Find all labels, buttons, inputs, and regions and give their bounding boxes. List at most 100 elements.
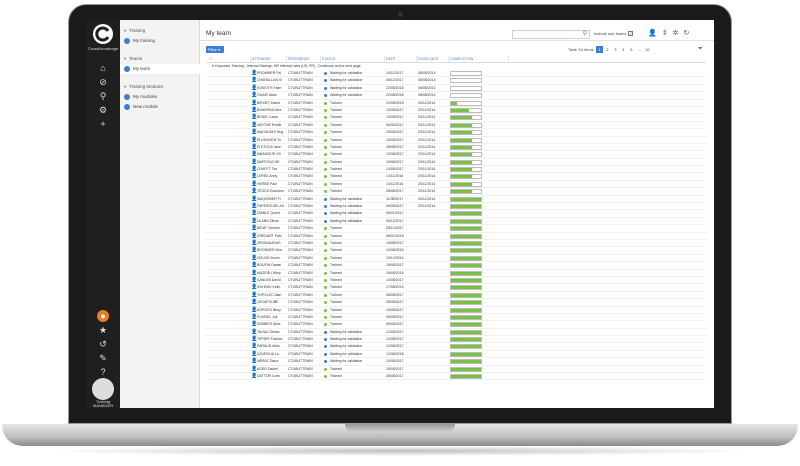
attendee-name[interactable]: AGER Daniel bbox=[257, 366, 285, 373]
table-row[interactable]: 👤 PROMMER Fel CTUBUTTRAIN Waiting for valid… bbox=[206, 70, 706, 78]
attendee-name[interactable]: DIBBLE Quent bbox=[257, 210, 285, 217]
funnel-icon[interactable]: ⏷ bbox=[698, 46, 703, 53]
page-link[interactable]: 4 bbox=[620, 46, 627, 53]
table-row[interactable]: 👤 KOSEITH Fabri CTUBUTTRAIN Waiting for val… bbox=[206, 85, 706, 93]
attendee-name[interactable]: BRONNER Bria bbox=[257, 247, 285, 254]
nav-item-my-training[interactable]: My training bbox=[120, 36, 200, 46]
page-link[interactable]: 1 bbox=[595, 46, 603, 53]
column-fixed-date[interactable]: Fixed date bbox=[416, 56, 448, 63]
table-row[interactable]: 👤 HERBE Paul CTUBUTTRAIN Trained 14/11/2016 2… bbox=[206, 181, 706, 189]
nav-head[interactable]: ▾ Training Modules bbox=[120, 82, 200, 92]
attendee-name[interactable]: GUAIR Alain bbox=[257, 92, 285, 99]
attendee-name[interactable]: PROMMER Fel bbox=[257, 70, 285, 77]
table-row[interactable]: 👤 MAQUINIER Fl CTUBUTTRAIN Waiting for vali… bbox=[206, 196, 706, 204]
page-link[interactable]: 10 bbox=[644, 46, 651, 53]
table-row[interactable]: 👤 MAAMOUR Oli CTUBUTTRAIN Trained 13/08/2017… bbox=[206, 151, 706, 159]
table-row[interactable]: 👤 BRONNER Bria CTUBUTTRAIN Trained 10/08/201… bbox=[206, 247, 706, 255]
attendee-name[interactable]: DATTOR Coec bbox=[257, 373, 285, 380]
attendee-name[interactable]: TEGDO Brandon bbox=[257, 188, 285, 195]
attendee-name[interactable]: CRAFFT Tim bbox=[257, 166, 285, 173]
table-row[interactable]: 👤 AGER Daniel CTUBUTTRAIN Trained 15/08/2017 bbox=[206, 366, 706, 374]
search-input[interactable]: ⚲ bbox=[512, 30, 590, 39]
attendee-name[interactable]: SANLEB David bbox=[257, 277, 285, 284]
table-row[interactable]: 👤 FLETOUX Iane CTUBUTTRAIN Trained 28/08/201… bbox=[206, 144, 706, 152]
table-row[interactable]: 👤 CREDART Fabi CTUBUTTRAIN Trained 08/01/201… bbox=[206, 233, 706, 240]
attendee-name[interactable]: VAYCHE Emilie bbox=[257, 122, 285, 129]
table-row[interactable]: 👤 MEBLE Gaux CTUBUTTRAIN Waiting for valida… bbox=[206, 358, 706, 366]
table-row[interactable]: 👤 TOPOLEC Alan CTUBUTTRAIN Trained 08/08/201… bbox=[206, 292, 706, 300]
attendee-name[interactable]: MARTOUCHE bbox=[257, 159, 285, 166]
table-row[interactable]: 👤 AZUROUA Lu CTUBUTTRAIN Waiting for valida… bbox=[206, 351, 706, 359]
table-row[interactable]: 👤 TIPHER Fabrice CTUBUTTRAIN Waiting for va… bbox=[206, 336, 706, 344]
table-row[interactable]: 👤 LEGAFOUBE CTUBUTTRAIN Trained 28/08/2017 bbox=[206, 299, 706, 307]
table-row[interactable]: 👤 BRIDE Lucas CTUBUTTRAIN Trained 13/08/2017… bbox=[206, 114, 706, 122]
settings-icon[interactable]: ⚙ bbox=[97, 104, 109, 116]
column-date[interactable]: Date bbox=[384, 56, 416, 63]
attendee-name[interactable]: LEREE Andy bbox=[257, 173, 285, 180]
filter-button[interactable]: Filter ▾ bbox=[206, 46, 224, 53]
table-row[interactable]: 👤 BIDAT Vincent CTUBUTTRAIN Trained 28/12/20… bbox=[206, 225, 706, 233]
table-row[interactable]: 👤 SANLEB David CTUBUTTRAIN Trained 13/08/201… bbox=[206, 277, 706, 285]
star-icon[interactable]: ★ bbox=[97, 324, 109, 336]
nav-head[interactable]: ▾ Training bbox=[120, 26, 200, 36]
search-icon[interactable]: ⚲ bbox=[97, 90, 109, 102]
attendee-name[interactable]: LEGAFOUBE bbox=[257, 299, 285, 306]
table-row[interactable]: 👤 ZIROBAUEIAS CTUBUTTRAIN Trained 15/08/2017 bbox=[206, 240, 706, 248]
attendee-name[interactable]: MAAMOUR Oli bbox=[257, 151, 285, 158]
attendee-name[interactable]: SAYEMU Kelin bbox=[257, 284, 285, 291]
attendee-name[interactable]: KOSEITH Fabri bbox=[257, 85, 285, 92]
pen-icon[interactable]: ✎ bbox=[97, 352, 109, 364]
attendee-name[interactable]: MAQUINIER Fl bbox=[257, 196, 285, 203]
page-link[interactable]: 3 bbox=[612, 46, 619, 53]
table-row[interactable]: 👤 CRAFFT Tim CTUBUTTRAIN Trained 14/08/2017 2… bbox=[206, 166, 706, 174]
attendee-name[interactable]: PARAUD Alain bbox=[257, 343, 285, 350]
attendee-name[interactable]: CREDART Fabi bbox=[257, 233, 285, 240]
select-all-checkbox[interactable]: ☐ bbox=[208, 56, 214, 63]
table-row[interactable]: 👤 BANERNA Alex CTUBUTTRAIN Trained 13/08/201… bbox=[206, 107, 706, 115]
attendee-name[interactable]: TOPOLEC Alan bbox=[257, 292, 285, 299]
table-row[interactable]: 👤 CHARALLAN Vi CTUBUTTRAIN Waiting for vali… bbox=[206, 77, 706, 85]
attendee-name[interactable]: BIRGET David bbox=[257, 100, 285, 107]
table-row[interactable]: 👤 GUAIR Alain CTUBUTTRAIN Waiting for valid… bbox=[206, 92, 706, 100]
checkbox-icon[interactable]: ✓ bbox=[628, 31, 634, 37]
attendee-name[interactable]: AOPOFO Bhuy bbox=[257, 307, 285, 314]
table-row[interactable]: 👤 PARAUD Alain CTUBUTTRAIN Waiting for vali… bbox=[206, 343, 706, 351]
block-icon[interactable]: ⊘ bbox=[97, 76, 109, 88]
nav-item-new-module[interactable]: New module bbox=[120, 102, 200, 112]
attendee-name[interactable]: ELUHAGEN Yo bbox=[257, 137, 285, 144]
attendee-name[interactable]: FOUDEL Juli bbox=[257, 314, 285, 321]
add-icon[interactable]: + bbox=[97, 118, 109, 130]
attendee-name[interactable]: ZIROBAUEIAS bbox=[257, 240, 285, 247]
table-row[interactable]: 👤 TAHAU Sebas CTUBUTTRAIN Waiting for valid… bbox=[206, 329, 706, 337]
table-row[interactable]: 👤 ULANN Olivia CTUBUTTRAIN Waiting for vali… bbox=[206, 218, 706, 226]
table-row[interactable]: 👤 MAZERU Wiep CTUBUTTRAIN Trained 19/08/2016 bbox=[206, 270, 706, 277]
search-icon[interactable]: ⚲ bbox=[583, 31, 587, 38]
nav-head[interactable]: ▾ Teams bbox=[120, 54, 200, 64]
team-icon[interactable]: ● bbox=[97, 310, 109, 322]
user-icon[interactable]: 👤 bbox=[648, 30, 662, 37]
table-row[interactable]: 👤 SEBBIER Alice CTUBUTTRAIN Trained 05/08/20… bbox=[206, 321, 706, 329]
table-row[interactable]: 👤 ELUHAGEN Yo CTUBUTTRAIN Trained 13/08/2017… bbox=[206, 137, 706, 144]
attendee-name[interactable]: MEBLE Gaux bbox=[257, 358, 285, 365]
table-row[interactable]: 👤 BOUFIN Daniel CTUBUTTRAIN Trained 15/08/20… bbox=[206, 262, 706, 270]
table-row[interactable]: 👤 HOUVE Bruno CTUBUTTRAIN Trained 13/12/2016 bbox=[206, 255, 706, 263]
attendee-name[interactable]: AZUROUA Lu bbox=[257, 351, 285, 358]
filter-sort-icon[interactable]: ⇕ bbox=[662, 30, 673, 37]
page-link[interactable]: ... bbox=[636, 46, 643, 53]
attendee-name[interactable]: HOUVE Bruno bbox=[257, 255, 285, 262]
table-row[interactable]: 👤 MARTOUCHE CTUBUTTRAIN Trained 19/08/2017 20… bbox=[206, 159, 706, 167]
attendee-name[interactable]: MAZERU Wiep bbox=[257, 270, 285, 277]
table-row[interactable]: 👤 FOUDEL Juli CTUBUTTRAIN Trained 08/08/2017 bbox=[206, 314, 706, 322]
refresh-icon[interactable]: ↻ bbox=[683, 30, 694, 37]
table-row[interactable]: 👤 DIBBLE Quent CTUBUTTRAIN Waiting for vali… bbox=[206, 210, 706, 218]
table-row[interactable]: 👤 BIRGET David CTUBUTTRAIN Trained 22/08/201… bbox=[206, 100, 706, 107]
attendee-name[interactable]: BIDAT Vincent bbox=[257, 225, 285, 232]
table-row[interactable]: 👤 FAPEROUDE Ad CTUBUTTRAIN Waiting for vali… bbox=[206, 203, 706, 211]
attendee-name[interactable]: TIPHER Fabrice bbox=[257, 336, 285, 343]
history-icon[interactable]: ↺ bbox=[97, 338, 109, 350]
column-reference[interactable]: Reference bbox=[286, 56, 320, 63]
table-row[interactable]: 👤 SAYEMU Kelin CTUBUTTRAIN Trained 17/08/201… bbox=[206, 284, 706, 292]
column-attendee[interactable]: Attendee bbox=[250, 56, 286, 63]
attendee-name[interactable]: FAPEROUDE Ad bbox=[257, 203, 285, 210]
home-icon[interactable]: ⌂ bbox=[97, 62, 109, 74]
